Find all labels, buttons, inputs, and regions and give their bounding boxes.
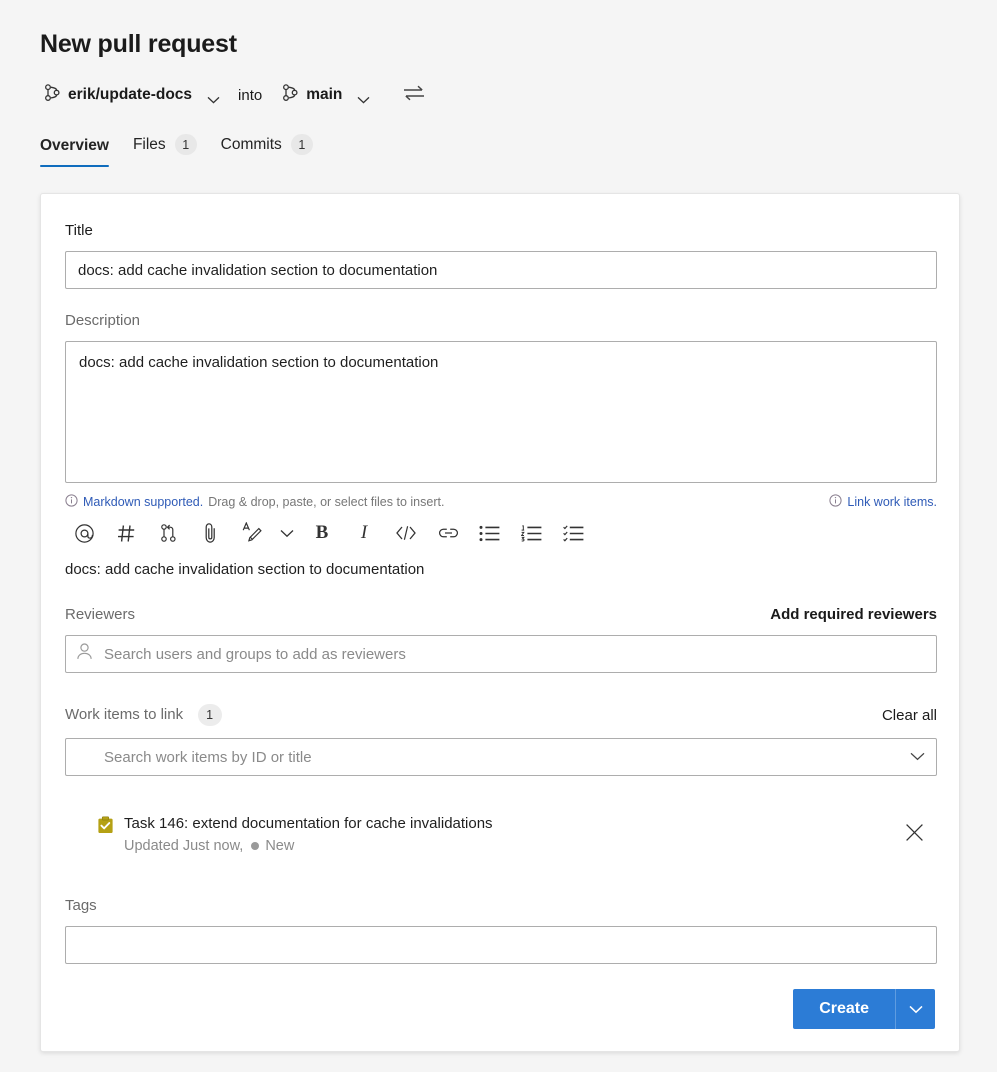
swap-arrows-icon [403,85,425,106]
source-branch-selector[interactable]: erik/update-docs [40,81,224,109]
branch-icon [282,83,299,107]
code-icon[interactable] [385,516,427,550]
link-icon[interactable] [427,516,469,550]
title-field-group: Title [65,222,937,289]
description-textarea[interactable] [65,341,937,483]
task-clipboard-icon [97,816,114,839]
markdown-hint-text: Drag & drop, paste, or select files to i… [208,495,445,509]
pull-request-form-card: Title Description Markdown supported. Dr… [40,193,960,1052]
target-branch-selector[interactable]: main [278,81,374,109]
reviewers-label: Reviewers [65,606,136,623]
into-label: into [238,86,263,104]
markdown-supported-link[interactable]: Markdown supported. [83,495,203,509]
title-label: Title [65,222,93,239]
pull-request-icon[interactable] [147,516,189,550]
info-icon [65,494,78,510]
markdown-hint-group: Markdown supported. Drag & drop, paste, … [65,494,444,510]
new-pull-request-page: New pull request erik/update-docs into m… [0,0,997,1072]
chevron-down-icon[interactable] [273,516,301,550]
chevron-down-icon [357,91,370,104]
title-input[interactable] [65,251,937,289]
tab-overview[interactable]: Overview [40,133,121,167]
create-split-button: Create [793,989,935,1029]
target-branch-name: main [306,86,343,103]
tab-commits-count: 1 [290,134,313,155]
tags-input[interactable] [65,926,937,964]
work-items-label-group: Work items to link 1 [65,704,222,726]
page-title: New pull request [40,30,237,58]
italic-icon[interactable]: I [343,516,385,550]
linked-work-item-title[interactable]: Task 146: extend documentation for cache… [124,814,904,834]
link-work-items-group[interactable]: Link work items. [829,494,937,510]
numbered-list-icon[interactable] [511,516,553,550]
hashtag-icon[interactable] [105,516,147,550]
task-list-icon[interactable] [553,516,595,550]
description-label: Description [65,312,141,329]
markdown-toolbar: B I [63,516,935,550]
link-work-items-link[interactable]: Link work items. [847,495,937,509]
attachment-icon[interactable] [189,516,231,550]
chevron-down-icon[interactable] [910,748,925,766]
source-branch-name: erik/update-docs [68,86,193,103]
description-preview-text: docs: add cache invalidation section to … [65,561,425,578]
add-required-reviewers-button[interactable]: Add required reviewers [770,606,937,623]
tags-field-group: Tags [65,897,937,964]
branch-icon [44,83,61,107]
linked-work-item-texts: Task 146: extend documentation for cache… [124,814,904,854]
swap-branches-button[interactable] [400,82,428,109]
work-items-search-input[interactable] [65,738,937,776]
tags-label: Tags [65,897,97,914]
tab-files-label: Files [132,135,166,153]
bulleted-list-icon[interactable] [469,516,511,550]
reviewers-field-group: Reviewers Add required reviewers [65,606,937,673]
linked-work-item-state: New [265,838,295,855]
remove-work-item-button[interactable] [904,822,925,848]
create-button[interactable]: Create [793,989,895,1029]
create-options-button[interactable] [895,989,935,1029]
tab-files[interactable]: Files 1 [121,130,209,167]
work-items-count-badge: 1 [197,704,222,726]
branch-selector-bar: erik/update-docs into main [40,82,428,108]
clear-all-button[interactable]: Clear all [882,707,937,724]
tab-files-count: 1 [174,134,197,155]
highlight-icon[interactable] [231,516,273,550]
chevron-down-icon [207,91,220,104]
reviewers-search-input[interactable] [65,635,937,673]
tab-overview-label: Overview [40,137,109,154]
linked-work-item-row: Task 146: extend documentation for cache… [65,814,937,854]
work-items-field-group: Work items to link 1 Clear all [65,704,937,776]
linked-work-item-updated: Updated Just now, [124,838,244,855]
description-field-group: Description [65,312,937,488]
pull-request-tabs: Overview Files 1 Commits 1 [40,130,325,167]
linked-work-item-meta: Updated Just now, New [124,838,904,854]
tab-commits-label: Commits [220,135,282,153]
tab-commits[interactable]: Commits 1 [209,130,325,167]
mention-icon[interactable] [63,516,105,550]
state-dot-icon [251,842,260,851]
chevron-down-icon [908,1002,923,1017]
bold-icon[interactable]: B [301,516,343,550]
info-icon [829,494,842,510]
work-items-label: Work items to link [65,706,184,723]
editor-helper-row: Markdown supported. Drag & drop, paste, … [65,494,937,510]
